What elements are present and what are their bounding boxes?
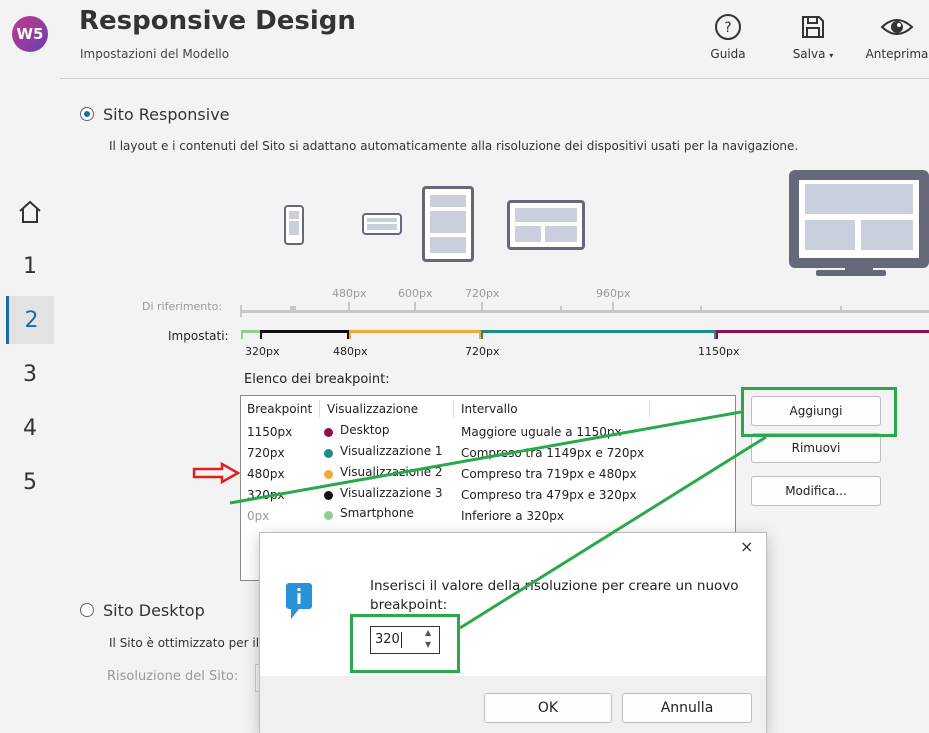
annotation-lines bbox=[229, 410, 767, 630]
annotation-line bbox=[229, 410, 742, 505]
annotation-line bbox=[459, 435, 767, 630]
